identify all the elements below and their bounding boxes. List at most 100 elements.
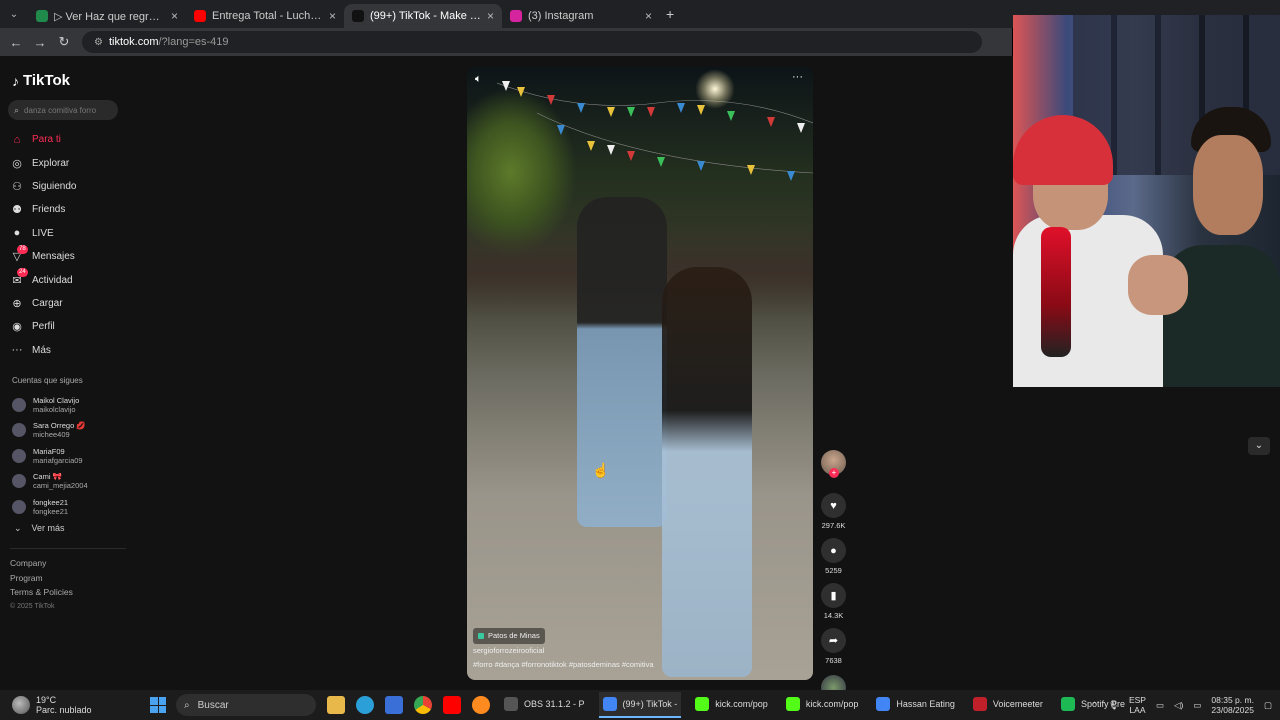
- windows-start-icon[interactable]: [150, 697, 166, 713]
- account-name: Maikol Clavijo: [33, 395, 80, 405]
- footer-program[interactable]: Program: [10, 571, 73, 586]
- cloud-icon: [12, 696, 30, 714]
- footer-terms[interactable]: Terms & Policies: [10, 585, 73, 600]
- instagram-icon: [510, 10, 522, 22]
- edge-icon[interactable]: [356, 696, 374, 714]
- browser-tab[interactable]: (3) Instagram ×: [502, 4, 660, 28]
- like-button[interactable]: ♥: [821, 493, 846, 518]
- following-account[interactable]: MariaF09 mariafgarcia09: [12, 443, 88, 469]
- taskbar-app-label: Voicemeeter: [992, 699, 1043, 709]
- see-more-button[interactable]: ⌄ Ver más: [14, 523, 65, 534]
- share-button[interactable]: ➦: [821, 628, 846, 653]
- sidebar-divider: [10, 548, 126, 549]
- taskbar-app[interactable]: kick.com/pop: [782, 692, 863, 718]
- following-account[interactable]: fongkee21 fongkee21: [12, 494, 88, 520]
- nav-item[interactable]: ● LIVE: [10, 222, 76, 245]
- next-video-button[interactable]: ⌄: [1248, 437, 1270, 455]
- save-count: 14.3K: [823, 611, 844, 620]
- taskbar-app[interactable]: Voicemeeter: [969, 692, 1047, 718]
- browser-tab[interactable]: (99+) TikTok - Make Your Day ×: [344, 4, 502, 28]
- nav-item[interactable]: ⚉ Friends: [10, 198, 76, 221]
- video-scene-dancer-man: [577, 197, 667, 527]
- nav-item[interactable]: ⊕ Cargar: [10, 292, 76, 315]
- site-info-icon[interactable]: ⚙: [94, 37, 103, 48]
- nav-item[interactable]: ··· Más: [10, 339, 76, 362]
- language-indicator[interactable]: ESP LAA: [1129, 695, 1146, 715]
- youtube-icon[interactable]: [443, 696, 461, 714]
- store-icon[interactable]: [385, 696, 403, 714]
- reload-icon[interactable]: ↻: [52, 34, 76, 50]
- search-icon: ⌕: [184, 699, 190, 711]
- video-hashtags[interactable]: #forro #dança #forronotiktok #patosdemin…: [473, 658, 654, 672]
- webcam-microphone: [1041, 227, 1071, 357]
- footer-company[interactable]: Company: [10, 556, 73, 571]
- nav-item[interactable]: ◎ Explorar: [10, 151, 76, 174]
- account-username: cami_mejia2004: [33, 481, 88, 491]
- taskbar-app[interactable]: kick.com/pop: [691, 692, 772, 718]
- volume-icon[interactable]: ◁): [1174, 700, 1183, 711]
- nav-item[interactable]: ◉ Perfil: [10, 315, 76, 338]
- address-bar[interactable]: ⚙ tiktok.com/?lang=es-419: [82, 31, 982, 53]
- close-icon[interactable]: ×: [171, 9, 178, 23]
- system-tray: ⌃ 🎙︎ ESP LAA ▭ ◁) ▭ 08:35 p. m. 23/08/20…: [1091, 690, 1272, 720]
- firefox-icon[interactable]: [472, 696, 490, 714]
- new-tab-button[interactable]: +: [666, 6, 674, 22]
- search-input[interactable]: ⌕ danza comitiva forro: [8, 100, 118, 120]
- more-options-icon[interactable]: ···: [792, 71, 803, 83]
- browser-tab[interactable]: Entrega Total - Lucho Cruz, vide ×: [186, 4, 344, 28]
- network-icon[interactable]: ▭: [1156, 700, 1164, 711]
- nav-item[interactable]: ✉ Actividad 24: [10, 268, 76, 291]
- taskbar-app-label: kick.com/pop: [715, 699, 768, 709]
- nav-item[interactable]: ⌂ Para ti: [10, 128, 76, 151]
- volume-icon[interactable]: 🔈︎: [475, 73, 482, 86]
- tray-overflow-icon[interactable]: ⌃: [1091, 700, 1098, 711]
- file-explorer-icon[interactable]: [327, 696, 345, 714]
- comment-button[interactable]: ●: [821, 538, 846, 563]
- following-account[interactable]: Sara Orrego 💋 michee409: [12, 418, 88, 444]
- follow-plus-icon[interactable]: +: [829, 468, 839, 478]
- back-icon[interactable]: ←: [4, 35, 28, 50]
- creator-avatar[interactable]: +: [821, 450, 846, 478]
- nav-item[interactable]: ▽ Mensajes 78: [10, 244, 76, 268]
- nav-label: Siguiendo: [32, 180, 77, 192]
- clock-date: 23/08/2025: [1211, 705, 1254, 715]
- microphone-icon[interactable]: 🎙︎: [1108, 700, 1119, 711]
- see-more-label: Ver más: [31, 523, 65, 533]
- taskbar-app[interactable]: OBS 31.1.2 - P: [500, 692, 589, 718]
- nav-label: Cargar: [32, 297, 63, 309]
- taskbar-app[interactable]: Hassan Eating: [872, 692, 959, 718]
- nav-item[interactable]: ⚇ Siguiendo: [10, 175, 76, 198]
- forward-icon[interactable]: →: [28, 35, 52, 50]
- tab-search-icon[interactable]: ⌄: [0, 9, 28, 20]
- location-tag[interactable]: Patos de Minas: [473, 628, 545, 644]
- following-icon: ⚇: [12, 180, 22, 193]
- close-icon[interactable]: ×: [645, 9, 652, 23]
- close-icon[interactable]: ×: [487, 9, 494, 23]
- windows-taskbar: 19°C Parc. nublado ⌕ Buscar OBS 31.1.2 -…: [0, 690, 1280, 720]
- following-account[interactable]: Cami 🎀 cami_mejia2004: [12, 469, 88, 495]
- taskbar-app[interactable]: (99+) TikTok -: [598, 692, 682, 718]
- tiktok-logo[interactable]: ♪ TikTok: [12, 72, 70, 89]
- video-player[interactable]: 🔈︎ ··· Patos de Minas sergioforrozeiroof…: [467, 67, 813, 680]
- chevron-down-icon: ⌄: [14, 523, 22, 533]
- close-icon[interactable]: ×: [329, 9, 336, 23]
- battery-icon[interactable]: ▭: [1193, 700, 1201, 711]
- location-label: Patos de Minas: [488, 631, 540, 640]
- weather-widget[interactable]: 19°C Parc. nublado: [0, 695, 140, 715]
- clock[interactable]: 08:35 p. m. 23/08/2025: [1211, 695, 1254, 715]
- following-list: Maikol Clavijo maikolclavijo Sara Orrego 💋…: [12, 392, 88, 520]
- browser-tab[interactable]: ▷ Ver Haz que regrese Online G ×: [28, 4, 186, 28]
- friends-icon: ⚉: [12, 204, 22, 217]
- url-path: /?lang=es-419: [158, 36, 229, 48]
- taskbar-app-label: kick.com/pop: [805, 699, 859, 709]
- chrome-icon[interactable]: [414, 696, 432, 714]
- save-button[interactable]: ▮: [821, 583, 846, 608]
- kick-icon: [695, 697, 710, 711]
- following-account[interactable]: Maikol Clavijo maikolclavijo: [12, 392, 88, 418]
- account-text: MariaF09 mariafgarcia09: [33, 447, 83, 465]
- notification-icon[interactable]: ▢: [1264, 700, 1272, 711]
- video-scene-flags: [497, 81, 813, 181]
- video-author[interactable]: sergioforrozeirooficial: [473, 644, 654, 658]
- video-meta: Patos de Minas sergioforrozeirooficial #…: [473, 628, 654, 672]
- taskbar-search[interactable]: ⌕ Buscar: [176, 694, 316, 716]
